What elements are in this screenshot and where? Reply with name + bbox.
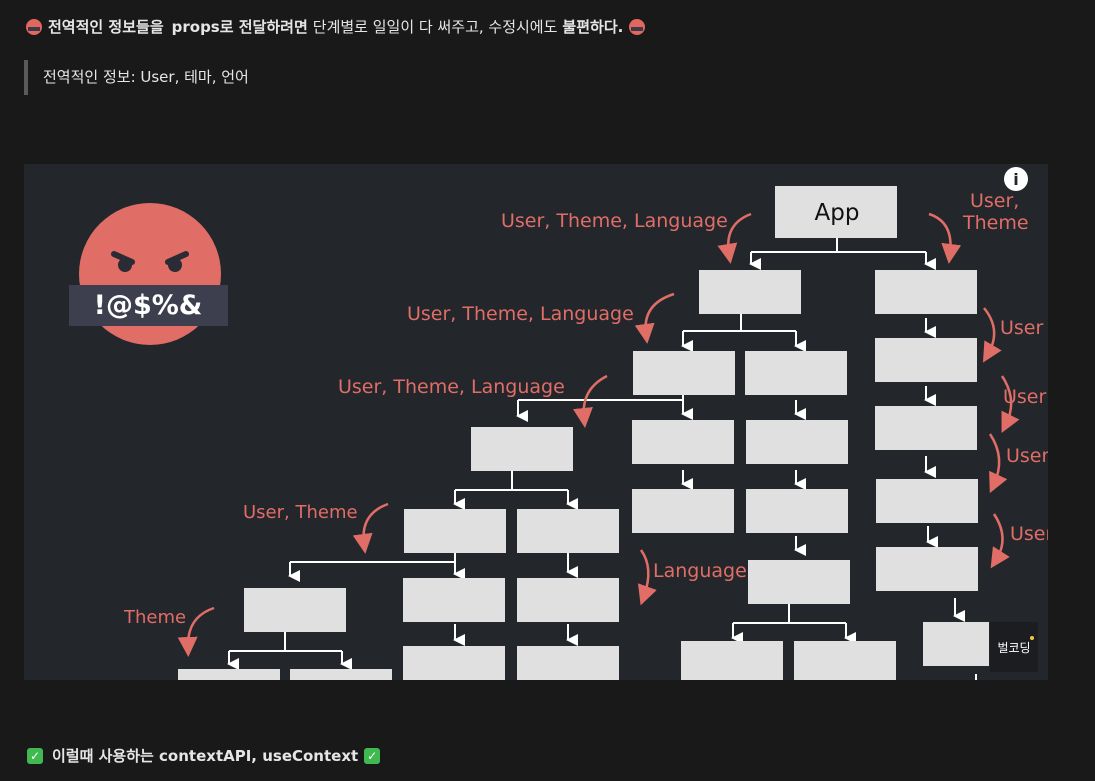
curse-text: !@$%&	[94, 290, 203, 321]
watermark-badge: 벌코딩	[990, 622, 1038, 672]
label-user-3: User	[1006, 445, 1048, 467]
heading-bold-2: props로 전달하려면	[171, 18, 308, 36]
heading-line: 전역적인 정보들을 props로 전달하려면 단계별로 일일이 다 써주고, 수…	[26, 16, 646, 37]
angry-face-icon	[26, 18, 42, 35]
label-l4: User, Theme	[243, 502, 358, 523]
label-user-1: User	[1000, 317, 1043, 339]
watermark-text: 벌코딩	[997, 641, 1030, 655]
app-label: App	[815, 200, 860, 226]
label-user-theme-2: Theme	[962, 212, 1029, 234]
svg-text:i: i	[1013, 170, 1018, 189]
label-user-2: User	[1003, 386, 1046, 408]
props-drilling-diagram: !@$%& i App 벌코딩 User, Theme, Language Us…	[24, 164, 1048, 680]
label-l6: Language	[653, 560, 747, 582]
heading-normal: 단계별로 일일이 다 써주고, 수정시에도	[312, 18, 558, 36]
info-icon[interactable]: i	[1004, 167, 1028, 191]
diagram-svg: !@$%& i App 벌코딩 User, Theme, Language Us…	[69, 167, 1048, 680]
blockquote: 전역적인 정보: User, 테마, 언어	[24, 60, 249, 95]
label-l1: User, Theme, Language	[501, 210, 728, 232]
footer-line: ✓ 이럴때 사용하는 contextAPI, useContext ✓	[27, 745, 381, 766]
footer-text: 이럴때 사용하는 contextAPI, useContext	[52, 747, 359, 765]
label-l2: User, Theme, Language	[407, 303, 634, 325]
quote-text: 전역적인 정보: User, 테마, 언어	[43, 68, 249, 86]
angry-face-illustration: !@$%&	[69, 203, 228, 345]
label-l3: User, Theme, Language	[338, 376, 565, 398]
check-icon: ✓	[364, 747, 381, 764]
label-user-4: User	[1010, 523, 1048, 545]
angry-face-icon	[629, 18, 646, 35]
heading-bold-3: 불편하다.	[562, 18, 624, 36]
check-icon: ✓	[27, 747, 43, 764]
heading-bold-1: 전역적인 정보들을	[48, 18, 164, 36]
label-user-theme-1: User,	[970, 190, 1019, 212]
component-boxes	[178, 186, 989, 680]
label-l5: Theme	[123, 607, 186, 628]
